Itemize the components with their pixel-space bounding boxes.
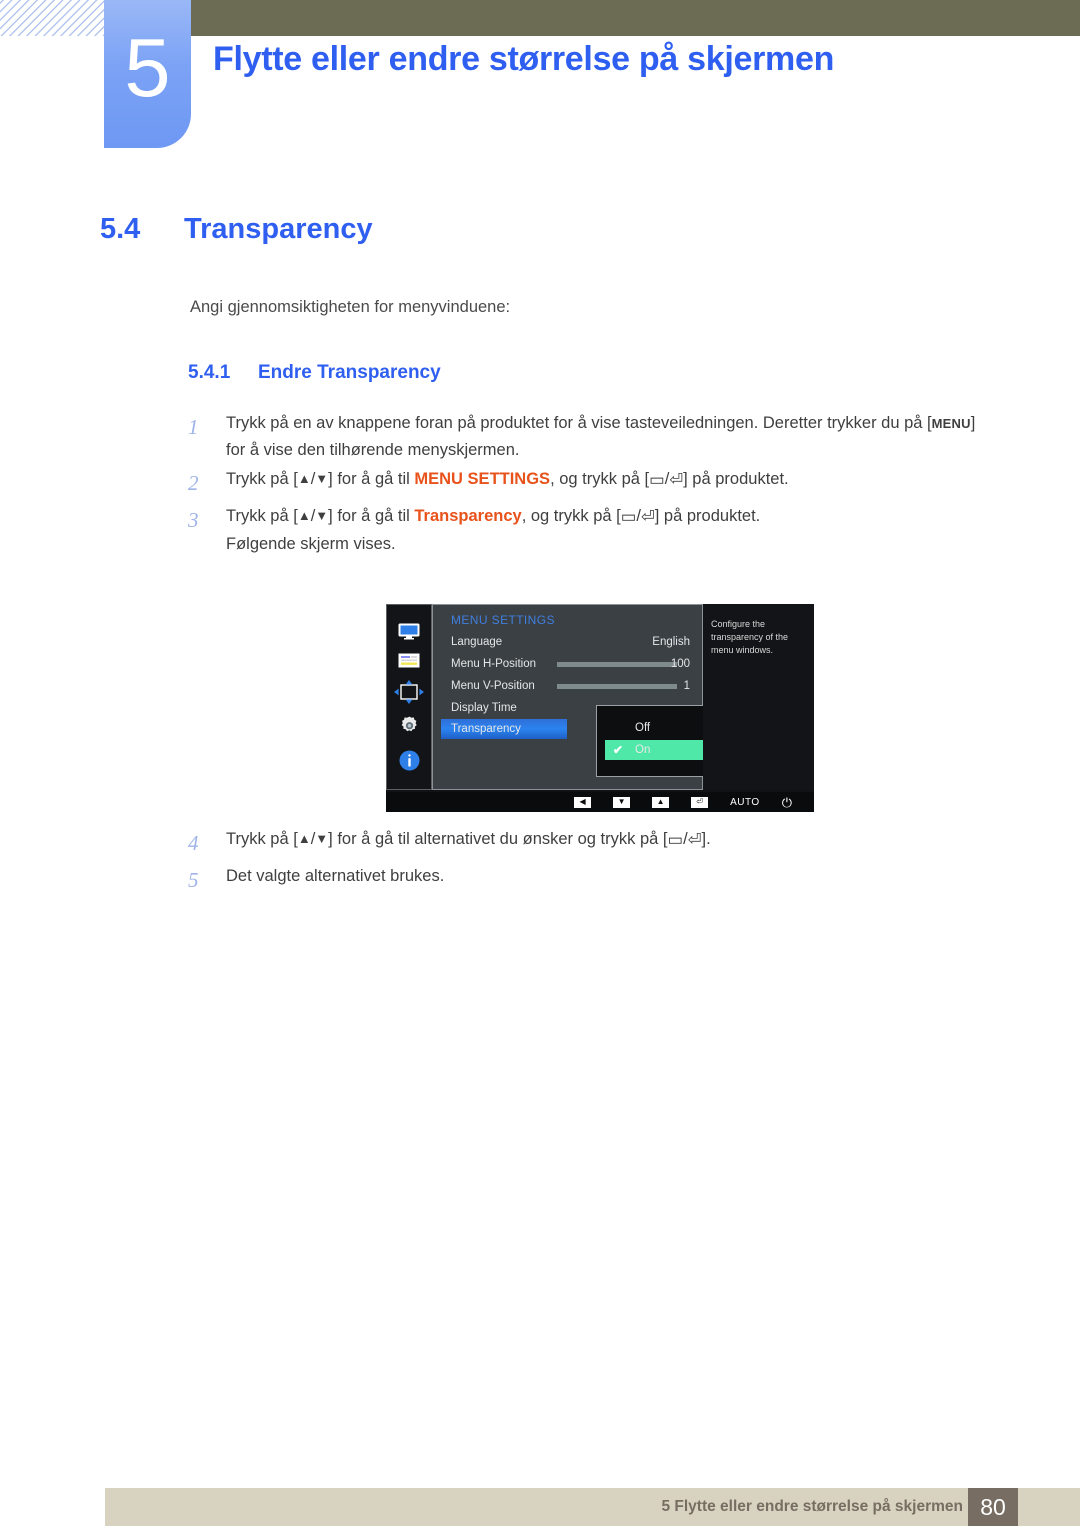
subsection-heading: 5.4.1 Endre Transparency <box>188 362 441 384</box>
auto-button-label[interactable]: AUTO <box>730 797 760 808</box>
subsection-number: 5.4.1 <box>188 362 231 383</box>
osd-row-label: Language <box>451 636 503 648</box>
osd-row-menu-v-position[interactable]: Menu V-Position 1 <box>433 675 704 697</box>
step-text-part: ]. <box>701 830 711 848</box>
subsection-title: Endre Transparency <box>258 362 441 383</box>
osd-row-label: Transparency <box>451 723 521 735</box>
instruction-steps: 1 Trykk på en av knappene foran på produ… <box>188 410 988 561</box>
power-button-icon[interactable]: ⏻ <box>782 796 792 809</box>
osd-help-text: Configure the transparency of the menu w… <box>711 619 789 655</box>
up-arrow-icon: ▲ <box>297 508 311 524</box>
monitor-icon[interactable] <box>398 623 420 640</box>
step-number: 5 <box>188 868 199 893</box>
step-followup-text: Følgende skjerm vises. <box>226 535 396 554</box>
step-text: Det valgte alternativet brukes. <box>226 867 445 886</box>
osd-menu-panel: MENU SETTINGS Language English Menu H-Po… <box>432 604 746 790</box>
osd-icon-sidebar <box>386 604 432 790</box>
popup-option-label: Off <box>635 722 651 734</box>
step-item: 4 Trykk på [▲/▼] for å gå til alternativ… <box>188 826 988 860</box>
check-icon: ✔ <box>613 743 624 757</box>
source-button-icon: ▭ <box>620 508 637 527</box>
source-button-icon: ▭ <box>649 471 665 490</box>
osd-menu-title: MENU SETTINGS <box>451 613 555 627</box>
gear-icon[interactable] <box>399 716 420 737</box>
step-number: 4 <box>188 831 199 855</box>
osd-selected-row-highlight: Transparency <box>441 719 567 739</box>
step-item: 5 Det valgte alternativet brukes. <box>188 863 988 897</box>
instruction-steps-continued: 4 Trykk på [▲/▼] for å gå til alternativ… <box>188 826 988 900</box>
menu-settings-highlight: MENU SETTINGS <box>414 470 551 489</box>
section-heading: 5.4 Transparency <box>100 213 373 246</box>
down-arrow-icon: ▼ <box>315 471 329 487</box>
popup-option-label: On <box>635 744 651 756</box>
step-text-part: , og trykk på [ <box>550 470 650 489</box>
chapter-number: 5 <box>124 20 171 114</box>
chapter-title: Flytte eller endre størrelse på skjermen <box>213 40 835 78</box>
osd-button-bar: ◀ ▼ ▲ ⏎ AUTO ⏻ <box>386 792 814 812</box>
enter-button-icon: ⏎ <box>669 471 684 490</box>
section-intro-text: Angi gjennomsiktigheten for menyvinduene… <box>190 298 511 316</box>
page-number: 80 <box>980 1493 1006 1520</box>
up-arrow-button-icon[interactable]: ▲ <box>652 796 670 808</box>
osd-row-value: 100 <box>670 658 690 670</box>
step-text: Trykk på [▲/▼] for å gå til alternativet… <box>226 826 988 860</box>
page-number-box: 80 <box>968 1488 1018 1526</box>
picture-icon[interactable] <box>398 653 420 668</box>
osd-screenshot: MENU SETTINGS Language English Menu H-Po… <box>386 604 814 812</box>
left-arrow-button-icon[interactable]: ◀ <box>574 796 592 808</box>
up-arrow-icon: ▲ <box>297 831 311 846</box>
step-text-part: ] for å gå til <box>328 470 415 489</box>
transparency-highlight: Transparency <box>414 507 522 526</box>
down-arrow-button-icon[interactable]: ▼ <box>613 796 631 808</box>
step-text: Trykk på [▲/▼] for å gå til MENU SETTING… <box>226 466 988 500</box>
source-button-icon: ▭ <box>667 831 684 849</box>
step-text-part: ] for å gå til <box>328 507 415 526</box>
menu-key-label: MENU <box>931 416 971 431</box>
step-number: 3 <box>188 508 199 533</box>
enter-button-icon: ⏎ <box>687 831 702 849</box>
step-text: Trykk på en av knappene foran på produkt… <box>226 410 988 463</box>
osd-main-area: MENU SETTINGS Language English Menu H-Po… <box>386 604 814 790</box>
decorative-hatch-pattern <box>0 0 104 36</box>
step-text-part: Trykk på [ <box>226 507 298 526</box>
step-text-part: Trykk på [ <box>226 470 298 489</box>
step-text-part: Trykk på [ <box>226 830 298 848</box>
step-number: 2 <box>188 471 199 496</box>
step-text-part: Trykk på en av knappene foran på produkt… <box>226 414 932 432</box>
up-arrow-icon: ▲ <box>297 471 311 487</box>
h-position-slider[interactable] <box>557 662 677 667</box>
v-position-slider[interactable] <box>557 684 677 689</box>
step-number: 1 <box>188 415 199 439</box>
information-icon[interactable] <box>399 750 420 771</box>
step-text-part: ] på produktet. <box>654 507 761 526</box>
enter-button-icon[interactable]: ⏎ <box>691 796 709 808</box>
enter-button-icon: ⏎ <box>640 508 655 527</box>
osd-row-label: Menu H-Position <box>451 658 537 670</box>
step-item: 3 Trykk på [▲/▼] for å gå til Transparen… <box>188 503 988 557</box>
step-item: 1 Trykk på en av knappene foran på produ… <box>188 410 988 463</box>
step-text-part: , og trykk på [ <box>521 507 621 526</box>
osd-row-label: Display Time <box>451 702 517 714</box>
osd-row-language[interactable]: Language English <box>433 631 704 653</box>
section-number: 5.4 <box>100 213 141 245</box>
section-title: Transparency <box>184 213 373 245</box>
step-text: Trykk på [▲/▼] for å gå til Transparency… <box>226 503 988 557</box>
chapter-tab: 5 <box>104 0 191 148</box>
step-text-part: ] for å gå til alternativet du ønsker og… <box>328 830 668 848</box>
footer-text: 5 Flytte eller endre størrelse på skjerm… <box>661 1498 963 1515</box>
osd-row-value: 1 <box>683 680 690 692</box>
manual-page: 5 Flytte eller endre størrelse på skjerm… <box>0 0 1080 1527</box>
position-arrows-icon[interactable] <box>394 679 424 704</box>
osd-row-label: Menu V-Position <box>451 680 535 692</box>
header-olive-bar <box>191 0 1080 36</box>
step-text-part: ] på produktet. <box>683 470 789 489</box>
down-arrow-icon: ▼ <box>315 831 329 846</box>
step-item: 2 Trykk på [▲/▼] for å gå til MENU SETTI… <box>188 466 988 500</box>
osd-row-menu-h-position[interactable]: Menu H-Position 100 <box>433 653 704 675</box>
osd-row-value: English <box>652 636 690 648</box>
osd-help-panel: Configure the transparency of the menu w… <box>703 604 814 790</box>
down-arrow-icon: ▼ <box>315 508 329 524</box>
